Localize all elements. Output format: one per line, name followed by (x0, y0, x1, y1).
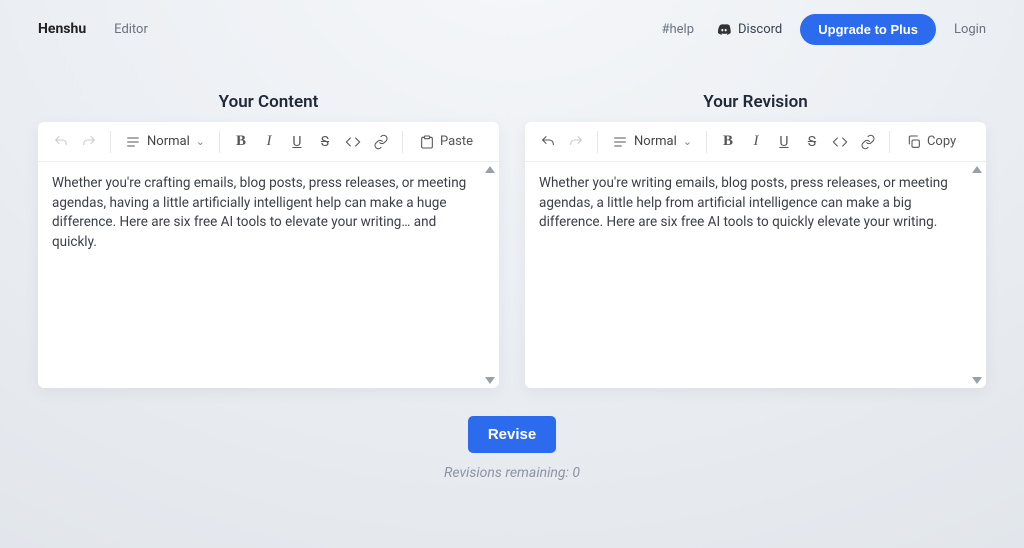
scroll-up-icon[interactable] (485, 166, 495, 173)
underline-button[interactable]: U (284, 129, 310, 155)
chevron-down-icon: ⌄ (683, 135, 692, 148)
italic-button[interactable]: I (743, 129, 769, 155)
scroll-down-icon[interactable] (972, 377, 982, 384)
strike-icon: S (808, 134, 816, 150)
paragraph-icon (612, 134, 628, 150)
discord-label: Discord (738, 22, 782, 37)
italic-icon: I (266, 133, 271, 150)
copy-label: Copy (927, 134, 956, 149)
content-panel: Your Content Normal ⌄ B I U S (38, 92, 499, 388)
redo-icon (81, 134, 97, 150)
paste-label: Paste (440, 134, 473, 149)
revision-panel-title: Your Revision (525, 92, 986, 112)
nav-editor-link[interactable]: Editor (114, 22, 148, 37)
content-toolbar: Normal ⌄ B I U S Paste (38, 122, 499, 162)
redo-button[interactable] (76, 129, 102, 155)
code-icon (832, 134, 848, 150)
undo-icon (540, 134, 556, 150)
undo-icon (53, 134, 69, 150)
link-button[interactable] (855, 129, 881, 155)
underline-icon: U (779, 134, 788, 150)
link-icon (373, 134, 389, 150)
italic-button[interactable]: I (256, 129, 282, 155)
code-icon (345, 134, 361, 150)
brand-logo[interactable]: Henshu (38, 21, 86, 37)
nav-help-link[interactable]: #help (661, 22, 694, 37)
nav-login-link[interactable]: Login (954, 22, 986, 37)
content-text: Whether you're crafting emails, blog pos… (52, 174, 483, 252)
paragraph-icon (125, 134, 141, 150)
underline-button[interactable]: U (771, 129, 797, 155)
revise-button[interactable]: Revise (468, 416, 556, 453)
format-select[interactable]: Normal ⌄ (606, 129, 698, 155)
format-label: Normal (634, 134, 677, 149)
content-textarea[interactable]: Whether you're crafting emails, blog pos… (38, 162, 499, 388)
link-icon (860, 134, 876, 150)
italic-icon: I (753, 133, 758, 150)
bold-icon: B (723, 133, 733, 150)
undo-button[interactable] (535, 129, 561, 155)
bold-icon: B (236, 133, 246, 150)
link-button[interactable] (368, 129, 394, 155)
chevron-down-icon: ⌄ (196, 135, 205, 148)
scroll-down-icon[interactable] (485, 377, 495, 384)
undo-button[interactable] (48, 129, 74, 155)
scroll-up-icon[interactable] (972, 166, 982, 173)
discord-icon (716, 21, 732, 37)
redo-icon (568, 134, 584, 150)
revision-editor: Normal ⌄ B I U S Copy Whether you're wri… (525, 122, 986, 388)
format-label: Normal (147, 134, 190, 149)
copy-button[interactable]: Copy (898, 129, 964, 155)
content-panel-title: Your Content (38, 92, 499, 112)
strike-icon: S (321, 134, 329, 150)
revisions-remaining-label: Revisions remaining: 0 (444, 465, 580, 481)
underline-icon: U (292, 134, 301, 150)
redo-button[interactable] (563, 129, 589, 155)
paste-button[interactable]: Paste (411, 129, 481, 155)
revision-toolbar: Normal ⌄ B I U S Copy (525, 122, 986, 162)
paste-icon (419, 134, 435, 150)
nav-discord-link[interactable]: Discord (716, 21, 782, 37)
navbar: Henshu Editor #help Discord Upgrade to P… (0, 0, 1024, 48)
format-select[interactable]: Normal ⌄ (119, 129, 211, 155)
revision-textarea[interactable]: Whether you're writing emails, blog post… (525, 162, 986, 388)
upgrade-button[interactable]: Upgrade to Plus (800, 14, 936, 45)
revision-text: Whether you're writing emails, blog post… (539, 174, 970, 233)
content-editor: Normal ⌄ B I U S Paste Whether you're cr… (38, 122, 499, 388)
revision-panel: Your Revision Normal ⌄ B I U S (525, 92, 986, 388)
copy-icon (906, 134, 922, 150)
bold-button[interactable]: B (228, 129, 254, 155)
strike-button[interactable]: S (799, 129, 825, 155)
strike-button[interactable]: S (312, 129, 338, 155)
code-button[interactable] (827, 129, 853, 155)
bold-button[interactable]: B (715, 129, 741, 155)
code-button[interactable] (340, 129, 366, 155)
